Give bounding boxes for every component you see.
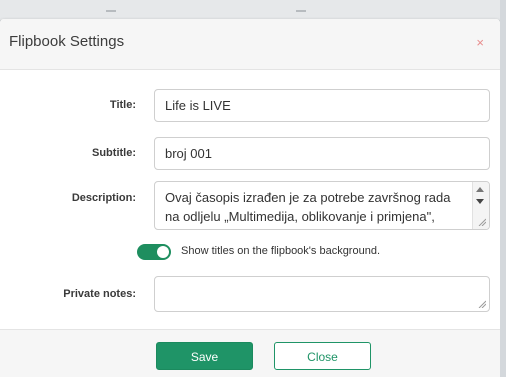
backdrop-tick	[296, 10, 306, 12]
description-label: Description:	[71, 192, 136, 204]
flipbook-settings-dialog: Flipbook Settings × Title: Subtitle: Des…	[0, 19, 500, 377]
description-textarea[interactable]: Ovaj časopis izrađen je za potrebe završ…	[154, 181, 490, 230]
backdrop-page	[0, 0, 506, 21]
private-notes-label: Private notes:	[63, 288, 136, 300]
backdrop-tick	[106, 10, 116, 12]
subtitle-input[interactable]	[154, 137, 490, 170]
close-button[interactable]: Close	[274, 342, 371, 370]
dialog-header: Flipbook Settings ×	[0, 19, 500, 70]
resize-grip-icon[interactable]	[478, 218, 486, 226]
private-notes-textarea[interactable]	[154, 276, 490, 312]
dialog-title: Flipbook Settings	[9, 33, 125, 50]
toggle-knob	[157, 246, 169, 258]
subtitle-label: Subtitle:	[92, 147, 136, 159]
resize-grip-icon[interactable]	[478, 300, 486, 308]
scroll-up-icon[interactable]	[476, 187, 484, 192]
scroll-down-icon[interactable]	[476, 199, 484, 204]
title-label: Title:	[109, 99, 136, 111]
dialog-footer: Save Close	[0, 329, 500, 377]
show-titles-label: Show titles on the flipbook's background…	[181, 245, 380, 257]
close-icon[interactable]: ×	[476, 35, 484, 50]
show-titles-toggle[interactable]	[137, 244, 171, 260]
description-text[interactable]: Ovaj časopis izrađen je za potrebe završ…	[165, 188, 467, 229]
title-input[interactable]	[154, 89, 490, 122]
save-button[interactable]: Save	[156, 342, 253, 370]
backdrop-edge	[500, 0, 506, 377]
